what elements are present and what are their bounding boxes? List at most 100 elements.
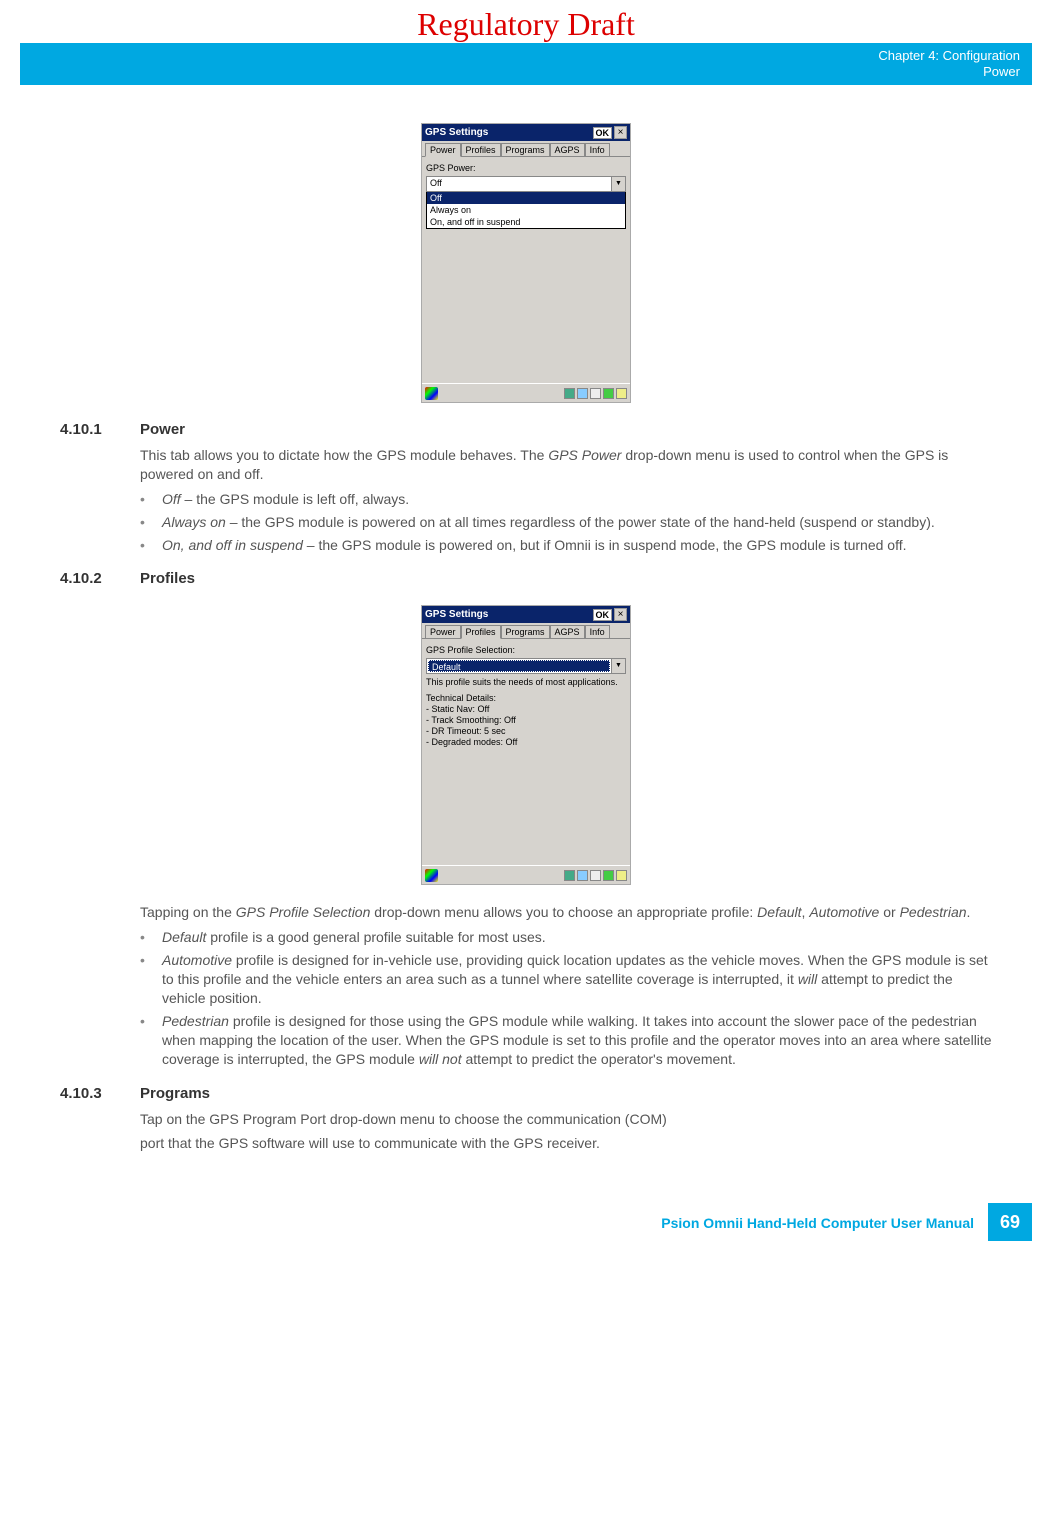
device-titlebar: GPS Settings OK × (422, 124, 630, 141)
body-text: port that the GPS software will use to c… (140, 1134, 992, 1153)
tab-programs[interactable]: Programs (501, 625, 550, 638)
gps-power-dropdown[interactable]: Off ▼ (426, 176, 626, 192)
device-titlebar: GPS Settings OK × (422, 606, 630, 623)
system-tray (564, 388, 627, 399)
tray-icon[interactable] (564, 388, 575, 399)
gps-profile-label: GPS Profile Selection: (426, 645, 626, 655)
text-italic: On, and off in suspend (162, 537, 303, 553)
section-number: 4.10.3 (60, 1085, 140, 1102)
text-italic: Default (757, 904, 801, 920)
device-pane: GPS Power: Off ▼ Off Always on On, and o… (422, 156, 630, 383)
device-title: GPS Settings (425, 609, 593, 620)
list-item: Default profile is a good general profil… (140, 928, 992, 947)
header-line2: Power (32, 64, 1020, 80)
section-4-10-1-head: 4.10.1 Power (60, 421, 992, 438)
tray-icon[interactable] (590, 388, 601, 399)
start-icon[interactable] (425, 387, 438, 400)
text-italic: Automotive (809, 904, 879, 920)
tech-line: - Static Nav: Off (426, 704, 626, 715)
ok-button[interactable]: OK (593, 609, 613, 621)
tab-profiles[interactable]: Profiles (461, 625, 501, 639)
tab-agps[interactable]: AGPS (550, 625, 585, 638)
body-text: Tap on the GPS Program Port drop-down me… (140, 1110, 992, 1129)
technical-details: Technical Details: - Static Nav: Off - T… (426, 693, 626, 747)
gps-profile-dropdown[interactable]: Default ▼ (426, 658, 626, 674)
profile-description: This profile suits the needs of most app… (426, 677, 626, 687)
start-icon[interactable] (425, 869, 438, 882)
text-italic: will not (419, 1051, 462, 1067)
tray-icon[interactable] (603, 870, 614, 881)
text: This tab allows you to dictate how the G… (140, 447, 548, 463)
close-button[interactable]: × (614, 608, 627, 621)
text: drop-down menu allows you to choose an a… (370, 904, 757, 920)
system-tray (564, 870, 627, 881)
text-italic: GPS Profile Selection (236, 904, 371, 920)
tab-info[interactable]: Info (585, 625, 610, 638)
option-off[interactable]: Off (427, 192, 625, 204)
tray-icon[interactable] (577, 388, 588, 399)
body-text: Tapping on the GPS Profile Selection dro… (140, 903, 992, 922)
chapter-header: Chapter 4: Configuration Power (20, 43, 1032, 85)
bullet-list: Default profile is a good general profil… (140, 928, 992, 1068)
text-italic: Pedestrian (162, 1013, 229, 1029)
tab-profiles[interactable]: Profiles (461, 143, 501, 156)
option-always-on[interactable]: Always on (427, 204, 625, 216)
option-on-off-suspend[interactable]: On, and off in suspend (427, 216, 625, 228)
dropdown-arrow-icon[interactable]: ▼ (611, 177, 625, 191)
list-item: Pedestrian profile is designed for those… (140, 1012, 992, 1069)
tray-icon[interactable] (577, 870, 588, 881)
gps-settings-power-screenshot: GPS Settings OK × Power Profiles Program… (421, 123, 631, 403)
list-item: Always on – the GPS module is powered on… (140, 513, 992, 532)
text-italic: Pedestrian (900, 904, 967, 920)
text-italic: Off (162, 491, 181, 507)
text: – the GPS module is left off, always. (181, 491, 410, 507)
tray-icon[interactable] (590, 870, 601, 881)
tech-line: - DR Timeout: 5 sec (426, 726, 626, 737)
dropdown-value: Default (428, 660, 610, 672)
bullet-list: Off – the GPS module is left off, always… (140, 490, 992, 555)
section-title: Programs (140, 1085, 210, 1102)
tech-line: - Degraded modes: Off (426, 737, 626, 748)
ok-button[interactable]: OK (593, 127, 613, 139)
section-4-10-3-head: 4.10.3 Programs (60, 1085, 992, 1102)
list-item: On, and off in suspend – the GPS module … (140, 536, 992, 555)
text-italic: Always on (162, 514, 226, 530)
text-italic: Default (162, 929, 206, 945)
section-4-10-2-head: 4.10.2 Profiles (60, 570, 992, 587)
tab-agps[interactable]: AGPS (550, 143, 585, 156)
text-italic: will (798, 971, 817, 987)
dropdown-arrow-icon[interactable]: ▼ (611, 659, 625, 673)
text: . (967, 904, 971, 920)
body-text: This tab allows you to dictate how the G… (140, 446, 992, 484)
text: – the GPS module is powered on, but if O… (303, 537, 907, 553)
text: profile is a good general profile suitab… (206, 929, 545, 945)
tab-programs[interactable]: Programs (501, 143, 550, 156)
device-title: GPS Settings (425, 127, 593, 138)
tray-icon[interactable] (564, 870, 575, 881)
dropdown-value: Off (427, 177, 611, 191)
tab-info[interactable]: Info (585, 143, 610, 156)
tab-power[interactable]: Power (425, 143, 461, 157)
section-number: 4.10.2 (60, 570, 140, 587)
section-number: 4.10.1 (60, 421, 140, 438)
watermark: Regulatory Draft (0, 0, 1052, 43)
tech-line: - Track Smoothing: Off (426, 715, 626, 726)
page-footer: Psion Omnii Hand-Held Computer User Manu… (20, 1203, 1032, 1241)
device-tabs: Power Profiles Programs AGPS Info (422, 623, 630, 638)
tech-head: Technical Details: (426, 693, 626, 704)
text-italic: GPS Power (548, 447, 621, 463)
tray-icon[interactable] (616, 870, 627, 881)
tab-power[interactable]: Power (425, 625, 461, 638)
text-italic: Automotive (162, 952, 232, 968)
device-taskbar (422, 383, 630, 402)
device-taskbar (422, 865, 630, 884)
tray-icon[interactable] (603, 388, 614, 399)
close-button[interactable]: × (614, 126, 627, 139)
list-item: Automotive profile is designed for in-ve… (140, 951, 992, 1008)
text: Tapping on the (140, 904, 236, 920)
tray-icon[interactable] (616, 388, 627, 399)
device-pane: GPS Profile Selection: Default ▼ This pr… (422, 638, 630, 865)
text: or (879, 904, 899, 920)
gps-power-label: GPS Power: (426, 163, 626, 173)
footer-label: Psion Omnii Hand-Held Computer User Manu… (647, 1205, 988, 1241)
